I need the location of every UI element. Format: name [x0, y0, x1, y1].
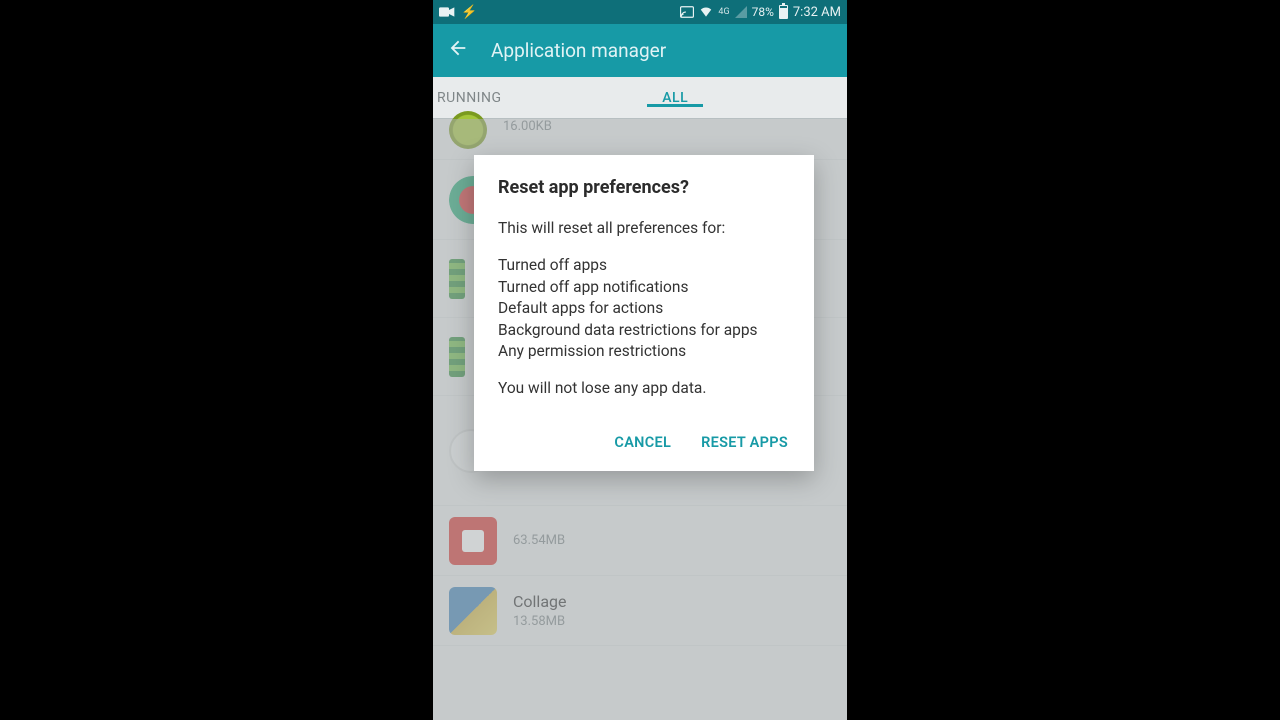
dialog-body: This will reset all preferences for: Tur…: [498, 218, 790, 400]
tab-all[interactable]: ALL: [607, 90, 744, 106]
app-bar: Application manager: [433, 24, 847, 77]
reset-preferences-dialog: Reset app preferences? This will reset a…: [474, 155, 814, 471]
phone-frame: ⚡ 4G 78% 7:32 AM Application manager RUN…: [433, 0, 847, 720]
dialog-intro: This will reset all preferences for:: [498, 218, 790, 239]
dialog-actions: CANCEL RESET APPS: [498, 428, 790, 457]
signal-4g-icon: 4G: [718, 7, 729, 17]
lightning-icon: ⚡: [461, 5, 477, 20]
back-icon[interactable]: [447, 37, 469, 64]
signal-strength-icon: [735, 6, 747, 18]
dialog-outro: You will not lose any app data.: [498, 378, 790, 399]
tab-running[interactable]: RUNNING: [433, 90, 607, 106]
status-right: 4G 78% 7:32 AM: [680, 5, 841, 20]
clock: 7:32 AM: [793, 5, 841, 20]
battery-percent: 78%: [752, 5, 774, 19]
status-left: ⚡: [439, 5, 477, 20]
dialog-list: Turned off apps Turned off app notificat…: [498, 255, 790, 362]
tabs-bar: RUNNING ALL: [433, 77, 847, 119]
battery-icon: [779, 5, 788, 19]
cast-icon: [680, 6, 694, 18]
video-camera-icon: [439, 6, 455, 18]
status-bar: ⚡ 4G 78% 7:32 AM: [433, 0, 847, 24]
app-bar-title: Application manager: [491, 39, 666, 62]
dialog-title: Reset app preferences?: [498, 177, 790, 198]
wifi-icon: [699, 5, 713, 19]
reset-apps-button[interactable]: RESET APPS: [699, 428, 790, 457]
cancel-button[interactable]: CANCEL: [612, 428, 673, 457]
